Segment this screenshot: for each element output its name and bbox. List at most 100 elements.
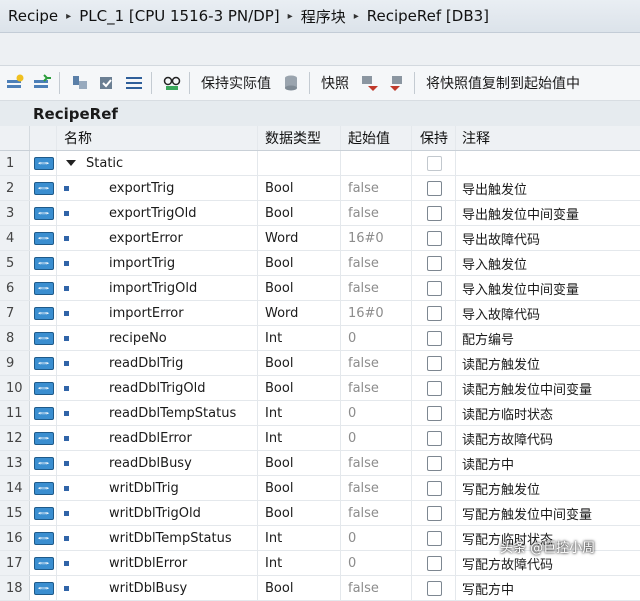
table-row[interactable]: 15 ◂▭▸ writDblTrigOld Bool false 写配方触发位中间变量 xyxy=(0,501,640,526)
start-value-cell[interactable]: false xyxy=(342,276,412,300)
retain-checkbox[interactable] xyxy=(426,505,442,521)
variable-name-cell[interactable]: importTrigOld xyxy=(58,276,258,300)
comment-cell[interactable]: 写配方触发位 xyxy=(457,476,640,500)
expand-triangle-icon[interactable] xyxy=(66,160,76,166)
retain-checkbox[interactable] xyxy=(426,330,442,346)
database-snapshot-icon[interactable] xyxy=(280,71,304,95)
retain-checkbox[interactable] xyxy=(426,155,442,171)
data-type-cell[interactable]: Bool xyxy=(259,276,341,300)
start-value-cell[interactable]: 16#0 xyxy=(342,301,412,325)
data-type-cell[interactable]: Int xyxy=(259,526,341,550)
comment-cell[interactable]: 导出故障代码 xyxy=(457,226,640,250)
add-row-icon[interactable] xyxy=(30,71,54,95)
comment-cell[interactable]: 导出触发位 xyxy=(457,176,640,200)
retain-checkbox[interactable] xyxy=(426,280,442,296)
comment-cell[interactable]: 导出触发位中间变量 xyxy=(457,201,640,225)
snapshot-button[interactable]: 快照 xyxy=(315,73,355,93)
breadcrumb-plc[interactable]: PLC_1 [CPU 1516-3 PN/DP] xyxy=(79,7,285,25)
table-row[interactable]: 1 ◂▭▸ Static xyxy=(0,151,640,176)
data-type-cell[interactable] xyxy=(259,151,341,175)
data-type-cell[interactable]: Bool xyxy=(259,201,341,225)
retain-checkbox[interactable] xyxy=(426,180,442,196)
variable-name-cell[interactable]: importTrig xyxy=(58,251,258,275)
retain-checkbox[interactable] xyxy=(426,530,442,546)
data-type-cell[interactable]: Word xyxy=(259,301,341,325)
keep-actual-values-button[interactable]: 保持实际值 xyxy=(195,73,277,93)
data-type-cell[interactable]: Int xyxy=(259,426,341,450)
comment-cell[interactable]: 读配方触发位中间变量 xyxy=(457,376,640,400)
header-comment[interactable]: 注释 xyxy=(457,126,640,150)
retain-checkbox[interactable] xyxy=(426,205,442,221)
variable-name-cell[interactable]: readDblTrigOld xyxy=(58,376,258,400)
start-value-cell[interactable]: false xyxy=(342,501,412,525)
table-row[interactable]: 10 ◂▭▸ readDblTrigOld Bool false 读配方触发位中间变量 xyxy=(0,376,640,401)
variable-name-cell[interactable]: exportError xyxy=(58,226,258,250)
table-row[interactable]: 5 ◂▭▸ importTrig Bool false 导入触发位 xyxy=(0,251,640,276)
variable-name-cell[interactable]: readDblBusy xyxy=(58,451,258,475)
data-type-cell[interactable]: Int xyxy=(259,551,341,575)
start-value-cell[interactable] xyxy=(342,151,412,175)
variable-name-cell[interactable]: exportTrig xyxy=(58,176,258,200)
copy-to-start-icon[interactable] xyxy=(358,71,382,95)
retain-checkbox[interactable] xyxy=(426,555,442,571)
comment-cell[interactable]: 配方编号 xyxy=(457,326,640,350)
data-type-cell[interactable]: Bool xyxy=(259,451,341,475)
variable-name-cell[interactable]: recipeNo xyxy=(58,326,258,350)
comment-cell[interactable]: 导入故障代码 xyxy=(457,301,640,325)
data-type-cell[interactable]: Word xyxy=(259,226,341,250)
start-value-cell[interactable]: 0 xyxy=(342,401,412,425)
header-start-value[interactable]: 起始值 xyxy=(342,126,412,150)
header-name[interactable]: 名称 xyxy=(58,126,258,150)
data-type-cell[interactable]: Bool xyxy=(259,176,341,200)
data-type-cell[interactable]: Bool xyxy=(259,501,341,525)
variable-name-cell[interactable]: writDblTrig xyxy=(58,476,258,500)
start-value-cell[interactable]: false xyxy=(342,351,412,375)
data-type-cell[interactable]: Bool xyxy=(259,376,341,400)
table-row[interactable]: 7 ◂▭▸ importError Word 16#0 导入故障代码 xyxy=(0,301,640,326)
retain-checkbox[interactable] xyxy=(426,430,442,446)
variable-name-cell[interactable]: writDblTrigOld xyxy=(58,501,258,525)
data-type-cell[interactable]: Int xyxy=(259,326,341,350)
start-value-cell[interactable]: 16#0 xyxy=(342,226,412,250)
header-retain[interactable]: 保持 xyxy=(413,126,456,150)
table-row[interactable]: 14 ◂▭▸ writDblTrig Bool false 写配方触发位 xyxy=(0,476,640,501)
table-row[interactable]: 2 ◂▭▸ exportTrig Bool false 导出触发位 xyxy=(0,176,640,201)
table-row[interactable]: 6 ◂▭▸ importTrigOld Bool false 导入触发位中间变量 xyxy=(0,276,640,301)
comment-cell[interactable]: 写配方触发位中间变量 xyxy=(457,501,640,525)
variable-name-cell[interactable]: readDblTempStatus xyxy=(58,401,258,425)
data-type-cell[interactable]: Bool xyxy=(259,251,341,275)
comment-cell[interactable]: 导入触发位中间变量 xyxy=(457,276,640,300)
table-row[interactable]: 9 ◂▭▸ readDblTrig Bool false 读配方触发位 xyxy=(0,351,640,376)
retain-checkbox[interactable] xyxy=(426,480,442,496)
list-view-icon[interactable] xyxy=(122,71,146,95)
start-value-cell[interactable]: 0 xyxy=(342,551,412,575)
comment-cell[interactable]: 读配方故障代码 xyxy=(457,426,640,450)
table-row[interactable]: 12 ◂▭▸ readDblError Int 0 读配方故障代码 xyxy=(0,426,640,451)
retain-checkbox[interactable] xyxy=(426,405,442,421)
comment-cell[interactable] xyxy=(457,151,640,175)
variable-name-cell[interactable]: writDblError xyxy=(58,551,258,575)
retain-checkbox[interactable] xyxy=(426,255,442,271)
data-type-cell[interactable]: Bool xyxy=(259,351,341,375)
breadcrumb-project[interactable]: Recipe xyxy=(0,7,64,25)
comment-cell[interactable]: 读配方中 xyxy=(457,451,640,475)
variable-name-cell[interactable]: readDblTrig xyxy=(58,351,258,375)
table-row[interactable]: 11 ◂▭▸ readDblTempStatus Int 0 读配方临时状态 xyxy=(0,401,640,426)
start-value-cell[interactable]: 0 xyxy=(342,426,412,450)
start-value-cell[interactable]: false xyxy=(342,451,412,475)
breadcrumb-program-blocks[interactable]: 程序块 xyxy=(301,6,352,27)
table-row[interactable]: 3 ◂▭▸ exportTrigOld Bool false 导出触发位中间变量 xyxy=(0,201,640,226)
start-value-cell[interactable]: 0 xyxy=(342,326,412,350)
breadcrumb-block[interactable]: RecipeRef [DB3] xyxy=(367,7,495,25)
start-value-cell[interactable]: false xyxy=(342,251,412,275)
table-row[interactable]: 8 ◂▭▸ recipeNo Int 0 配方编号 xyxy=(0,326,640,351)
start-value-cell[interactable]: false xyxy=(342,476,412,500)
load-start-icon[interactable] xyxy=(385,71,409,95)
copy-snapshot-to-start-button[interactable]: 将快照值复制到起始值中 xyxy=(420,73,586,93)
start-value-cell[interactable]: 0 xyxy=(342,526,412,550)
variable-name-cell[interactable]: Static xyxy=(58,151,258,175)
insert-row-icon[interactable] xyxy=(3,71,27,95)
comment-cell[interactable]: 读配方临时状态 xyxy=(457,401,640,425)
retain-checkbox[interactable] xyxy=(426,380,442,396)
table-row[interactable]: 13 ◂▭▸ readDblBusy Bool false 读配方中 xyxy=(0,451,640,476)
